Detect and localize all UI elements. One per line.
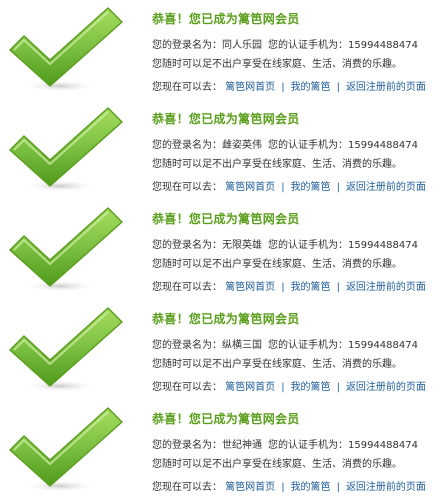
my-account-link[interactable]: 我的篱笆 [291,82,331,93]
account-info-line: 您的登录名为：无限英雄 您的认证手机为：15994488474 [152,236,418,251]
phone-label: 您的认证手机为： [268,340,348,351]
my-account-link[interactable]: 我的篱笆 [291,482,331,493]
link-separator: | [281,182,285,193]
my-account-link[interactable]: 我的篱笆 [291,382,331,393]
description-text: 您随时可以足不出户享受在线家庭、生活、消费的乐趣。 [152,459,402,470]
description-text: 您随时可以足不出户享受在线家庭、生活、消费的乐趣。 [152,259,402,270]
return-previous-page-link[interactable]: 返回注册前的页面 [346,182,426,193]
login-name-value: 纵横三国 [222,340,262,351]
link-separator: | [281,82,285,93]
registration-success-card: 恭喜！您已成为篱笆网会员 您的登录名为：世纪神通 您的认证手机为：15994488… [0,400,440,500]
success-title: 恭喜！您已成为篱笆网会员 [152,212,300,226]
home-link[interactable]: 篱笆网首页 [225,182,275,193]
nav-label: 您现在可以去： [152,382,222,393]
account-info-line: 您的登录名为：雌姿英伟 您的认证手机为：15994488474 [152,136,418,151]
phone-value: 15994488474 [348,240,418,251]
login-name-value: 无限英雄 [222,240,262,251]
home-link[interactable]: 篱笆网首页 [225,82,275,93]
description-text: 您随时可以足不出户享受在线家庭、生活、消费的乐趣。 [152,59,402,70]
phone-value: 15994488474 [348,340,418,351]
account-info-line: 您的登录名为：同人乐园 您的认证手机为：15994488474 [152,36,418,51]
link-separator: | [281,382,285,393]
nav-links-line: 您现在可以去： 篱笆网首页 | 我的篱笆 | 返回注册前的页面 [152,478,426,493]
registration-success-card: 恭喜！您已成为篱笆网会员 您的登录名为：纵横三国 您的认证手机为：15994488… [0,300,440,400]
return-previous-page-link[interactable]: 返回注册前的页面 [346,482,426,493]
nav-links-line: 您现在可以去： 篱笆网首页 | 我的篱笆 | 返回注册前的页面 [152,378,426,393]
green-checkmark-icon [4,300,130,396]
green-checkmark-icon [4,400,130,496]
nav-links-line: 您现在可以去： 篱笆网首页 | 我的篱笆 | 返回注册前的页面 [152,178,426,193]
return-previous-page-link[interactable]: 返回注册前的页面 [346,82,426,93]
success-title: 恭喜！您已成为篱笆网会员 [152,112,300,126]
nav-label: 您现在可以去： [152,182,222,193]
description-text: 您随时可以足不出户享受在线家庭、生活、消费的乐趣。 [152,359,402,370]
link-separator: | [336,382,340,393]
registration-success-card: 恭喜！您已成为篱笆网会员 您的登录名为：无限英雄 您的认证手机为：15994488… [0,200,440,300]
success-title: 恭喜！您已成为篱笆网会员 [152,312,300,326]
nav-links-line: 您现在可以去： 篱笆网首页 | 我的篱笆 | 返回注册前的页面 [152,78,426,93]
phone-label: 您的认证手机为： [268,140,348,151]
phone-value: 15994488474 [348,140,418,151]
description-text: 您随时可以足不出户享受在线家庭、生活、消费的乐趣。 [152,159,402,170]
registration-success-card: 恭喜！您已成为篱笆网会员 您的登录名为：同人乐园 您的认证手机为：15994488… [0,0,440,100]
login-name-label: 您的登录名为： [152,40,222,51]
login-name-label: 您的登录名为： [152,240,222,251]
link-separator: | [336,182,340,193]
home-link[interactable]: 篱笆网首页 [225,382,275,393]
nav-label: 您现在可以去： [152,82,222,93]
account-info-line: 您的登录名为：纵横三国 您的认证手机为：15994488474 [152,336,418,351]
phone-value: 15994488474 [348,440,418,451]
account-info-line: 您的登录名为：世纪神通 您的认证手机为：15994488474 [152,436,418,451]
return-previous-page-link[interactable]: 返回注册前的页面 [346,382,426,393]
registration-success-card: 恭喜！您已成为篱笆网会员 您的登录名为：雌姿英伟 您的认证手机为：15994488… [0,100,440,200]
phone-label: 您的认证手机为： [268,240,348,251]
home-link[interactable]: 篱笆网首页 [225,282,275,293]
login-name-label: 您的登录名为： [152,440,222,451]
login-name-label: 您的登录名为： [152,140,222,151]
nav-links-line: 您现在可以去： 篱笆网首页 | 我的篱笆 | 返回注册前的页面 [152,278,426,293]
login-name-value: 同人乐园 [222,40,262,51]
link-separator: | [281,482,285,493]
link-separator: | [336,82,340,93]
phone-label: 您的认证手机为： [268,440,348,451]
home-link[interactable]: 篱笆网首页 [225,482,275,493]
success-title: 恭喜！您已成为篱笆网会员 [152,412,300,426]
phone-label: 您的认证手机为： [268,40,348,51]
nav-label: 您现在可以去： [152,482,222,493]
nav-label: 您现在可以去： [152,282,222,293]
green-checkmark-icon [4,0,130,96]
green-checkmark-icon [4,200,130,296]
link-separator: | [336,482,340,493]
my-account-link[interactable]: 我的篱笆 [291,282,331,293]
success-title: 恭喜！您已成为篱笆网会员 [152,12,300,26]
phone-value: 15994488474 [348,40,418,51]
link-separator: | [336,282,340,293]
link-separator: | [281,282,285,293]
my-account-link[interactable]: 我的篱笆 [291,182,331,193]
login-name-value: 雌姿英伟 [222,140,262,151]
login-name-label: 您的登录名为： [152,340,222,351]
green-checkmark-icon [4,100,130,196]
return-previous-page-link[interactable]: 返回注册前的页面 [346,282,426,293]
login-name-value: 世纪神通 [222,440,262,451]
